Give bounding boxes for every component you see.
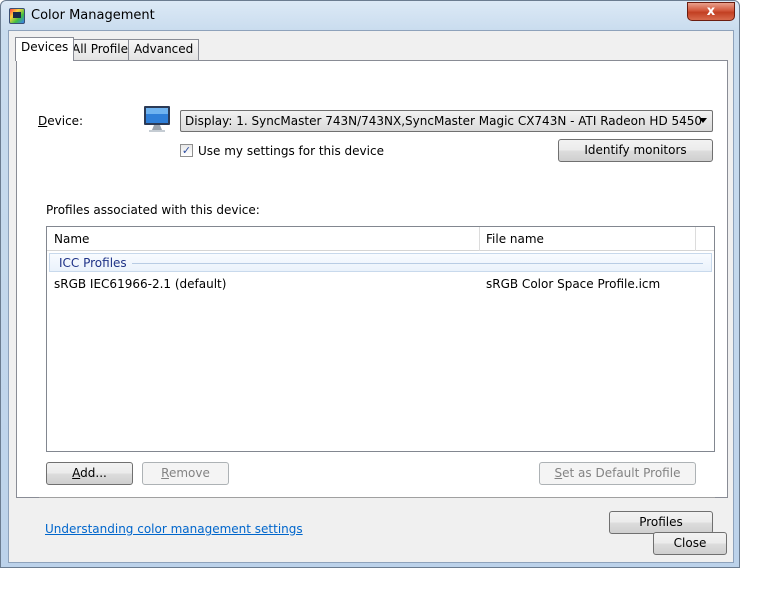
use-my-settings-label[interactable]: Use my settings for this device	[198, 144, 384, 158]
tab-devices[interactable]: Devices	[15, 37, 75, 61]
profiles-button[interactable]: Profiles	[609, 511, 713, 534]
monitor-icon	[144, 106, 170, 132]
chevron-down-icon	[699, 118, 707, 123]
column-divider[interactable]	[695, 227, 696, 251]
add-profile-button[interactable]: Add...	[46, 462, 133, 485]
identify-monitors-button[interactable]: Identify monitors	[558, 139, 713, 162]
group-divider	[132, 263, 703, 264]
tab-advanced[interactable]: Advanced	[128, 39, 200, 60]
set-default-profile-button[interactable]: Set as Default Profile	[539, 462, 696, 485]
group-header-icc-profiles[interactable]: ICC Profiles	[49, 253, 712, 272]
profiles-list-header: Name File name	[47, 227, 714, 251]
window-title: Color Management	[31, 8, 155, 23]
use-my-settings-checkbox[interactable]: ✓	[180, 144, 193, 157]
understanding-color-management-link[interactable]: Understanding color management settings	[45, 522, 303, 536]
devices-tab-panel: Device: Display: 1. SyncMaster 743N/743N…	[16, 60, 728, 536]
device-label: Device:	[38, 114, 84, 128]
profile-file-cell[interactable]: sRGB Color Space Profile.icm	[486, 277, 660, 291]
column-header-file-name[interactable]: File name	[479, 227, 695, 251]
profiles-list[interactable]: Name File name ICC Profiles sRGB IEC6196…	[46, 226, 715, 452]
profiles-section-label: Profiles associated with this device:	[46, 203, 260, 217]
column-header-name[interactable]: Name	[47, 227, 479, 251]
close-window-button[interactable]: x	[687, 2, 735, 21]
title-bar[interactable]: Color Management x	[1, 1, 739, 31]
profile-name-cell[interactable]: sRGB IEC61966-2.1 (default)	[54, 277, 226, 291]
dialog-client-area: Devices All Profiles Advanced Device: Di…	[8, 30, 734, 563]
color-management-icon	[9, 8, 25, 24]
device-select[interactable]: Display: 1. SyncMaster 743N/743NX,SyncMa…	[180, 110, 713, 132]
device-select-value: Display: 1. SyncMaster 743N/743NX,SyncMa…	[185, 114, 703, 128]
close-button[interactable]: Close	[653, 532, 727, 555]
footer-divider	[39, 497, 715, 498]
remove-profile-button[interactable]: Remove	[142, 462, 229, 485]
color-management-window: Color Management x Devices All Profiles …	[0, 0, 740, 568]
group-title: ICC Profiles	[59, 256, 127, 270]
